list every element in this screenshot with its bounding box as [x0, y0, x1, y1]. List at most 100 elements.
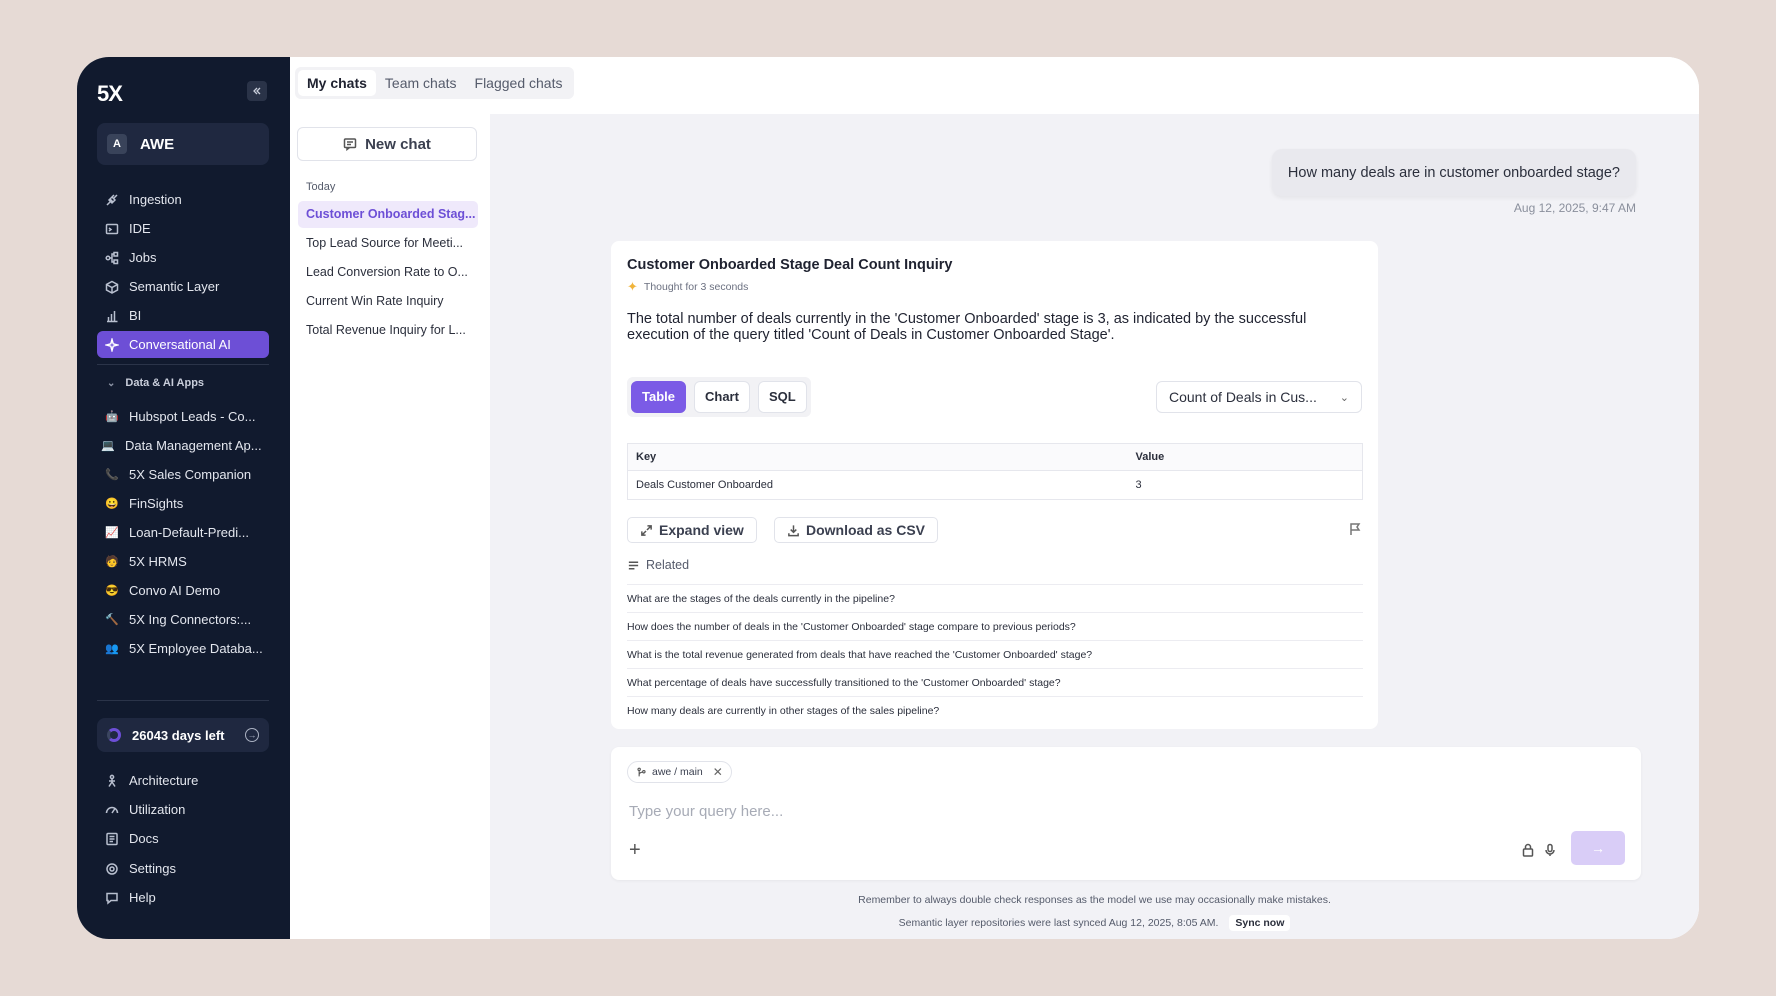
table-cell: 3 [1135, 479, 1142, 491]
days-left-label: 26043 days left [132, 727, 225, 743]
flag-icon [1350, 523, 1361, 535]
workspace-avatar: A [107, 134, 127, 154]
nav-item-architecture[interactable]: Architecture [97, 767, 269, 794]
nav-item-bi[interactable]: BI [97, 302, 269, 329]
related-question[interactable]: What is the total revenue generated from… [627, 640, 1363, 668]
flag-button[interactable] [1348, 522, 1362, 541]
assistant-answer-card: Customer Onboarded Stage Deal Count Inqu… [611, 241, 1378, 729]
app-item[interactable]: 🧑 5X HRMS [97, 548, 269, 575]
app-item[interactable]: 📈 Loan-Default-Predi... [97, 519, 269, 546]
app-label: 5X Employee Databa... [129, 641, 263, 656]
tab-sql[interactable]: SQL [757, 381, 807, 413]
query-composer: awe / main ✕ + → [611, 747, 1641, 880]
related-question[interactable]: What are the stages of the deals current… [627, 584, 1363, 612]
result-table: Key Value Deals Customer Onboarded 3 [627, 443, 1363, 500]
chat-history-panel: My chats Team chats Flagged chats New ch… [290, 57, 575, 939]
chat-item[interactable]: Customer Onboarded Stag... [298, 201, 478, 228]
hammer-icon: 🔨 [105, 614, 119, 626]
app-item[interactable]: 📞 5X Sales Companion [97, 461, 269, 488]
nav-label: Ingestion [129, 192, 182, 207]
disclaimer-text: Remember to always double check response… [858, 894, 1331, 906]
trial-days-left[interactable]: 26043 days left → [97, 718, 269, 752]
bar-chart-icon [105, 309, 119, 323]
app-item[interactable]: 🤖 Hubspot Leads - Co... [97, 403, 269, 430]
related-label: Related [646, 558, 690, 572]
chevron-down-icon: ⌄ [107, 377, 116, 389]
app-label: Convo AI Demo [129, 583, 221, 598]
tab-my-chats[interactable]: My chats [298, 70, 376, 96]
app-label: 5X Ing Connectors:... [129, 612, 252, 627]
result-view-tabs: Table Chart SQL [627, 377, 811, 417]
nav-label: Architecture [129, 773, 199, 788]
query-input[interactable] [629, 799, 1529, 823]
arrow-right-icon: → [1591, 840, 1605, 856]
smile-icon: 😀 [105, 498, 119, 510]
nav-label: Conversational AI [129, 337, 231, 352]
app-item[interactable]: 🔨 5X Ing Connectors:... [97, 606, 269, 633]
app-item[interactable]: 😎 Convo AI Demo [97, 577, 269, 604]
microphone-icon[interactable] [1543, 843, 1557, 862]
branch-chip[interactable]: awe / main ✕ [627, 761, 732, 783]
sync-status-text: Semantic layer repositories were last sy… [898, 917, 1219, 929]
collapse-sidebar-button[interactable] [247, 81, 267, 101]
chat-item[interactable]: Total Revenue Inquiry for L... [298, 317, 478, 344]
table-header-row: Key Value [627, 443, 1363, 471]
send-button[interactable]: → [1571, 831, 1625, 865]
nav-item-jobs[interactable]: Jobs [97, 244, 269, 271]
user-message: How many deals are in customer onboarded… [1271, 149, 1636, 196]
chat-item[interactable]: Lead Conversion Rate to O... [298, 259, 478, 286]
message-timestamp: Aug 12, 2025, 9:47 AM [1513, 201, 1636, 215]
nav-label: Semantic Layer [129, 279, 220, 294]
table-row: Deals Customer Onboarded 3 [628, 471, 1363, 500]
app-item[interactable]: 👥 5X Employee Databa... [97, 635, 269, 662]
apps-nav: 🤖 Hubspot Leads - Co... 💻 Data Management … [97, 403, 269, 664]
add-attachment-button[interactable]: + [629, 839, 641, 862]
related-question[interactable]: How does the number of deals in the 'Cus… [627, 612, 1363, 640]
download-csv-button[interactable]: Download as CSV [774, 517, 939, 543]
related-question[interactable]: What percentage of deals have successful… [627, 668, 1363, 696]
nav-item-help[interactable]: Help [97, 884, 269, 911]
new-chat-label: New chat [365, 135, 431, 153]
nav-item-utilization[interactable]: Utilization [97, 796, 269, 823]
person-icon: 🧑 [105, 556, 119, 568]
sync-now-button[interactable]: Sync now [1229, 915, 1291, 931]
nav-item-semantic-layer[interactable]: Semantic Layer [97, 273, 269, 300]
gauge-icon [105, 803, 119, 817]
sparkle-icon [105, 337, 119, 352]
app-label: FinSights [129, 496, 184, 511]
nav-label: Utilization [129, 802, 186, 817]
new-chat-button[interactable]: New chat [297, 127, 477, 161]
terminal-icon [105, 222, 119, 236]
app-item[interactable]: 😀 FinSights [97, 490, 269, 517]
robot-icon: 🤖 [105, 411, 119, 423]
nav-item-ide[interactable]: IDE [97, 215, 269, 242]
chat-list: Customer Onboarded Stag... Top Lead Sour… [298, 201, 478, 346]
doc-icon [105, 832, 119, 846]
divider [97, 700, 269, 701]
tab-table[interactable]: Table [631, 381, 686, 413]
apps-section-toggle[interactable]: ⌄ Data & AI Apps [97, 377, 204, 389]
nav-item-conversational-ai[interactable]: Conversational AI [97, 331, 269, 358]
close-icon[interactable]: ✕ [713, 765, 723, 779]
app-label: 5X Sales Companion [129, 467, 252, 482]
query-select[interactable]: Count of Deals in Cus... ⌄ [1156, 381, 1362, 413]
expand-view-button[interactable]: Expand view [627, 517, 757, 543]
conversation-area: How many deals are in customer onboarded… [490, 57, 1699, 939]
app-item[interactable]: 💻 Data Management Ap... [97, 432, 269, 459]
nav-item-settings[interactable]: Settings [97, 855, 269, 882]
nav-item-docs[interactable]: Docs [97, 825, 269, 852]
lock-icon[interactable] [1521, 843, 1535, 862]
column-header: Key [627, 443, 1128, 471]
workspace-switcher[interactable]: A AWE [97, 123, 269, 165]
chat-item[interactable]: Current Win Rate Inquiry [298, 288, 478, 315]
bottom-nav: Architecture Utilization Docs Settings H… [97, 767, 269, 913]
related-question[interactable]: How many deals are currently in other st… [627, 696, 1363, 724]
tab-flagged-chats[interactable]: Flagged chats [466, 70, 572, 96]
thought-indicator: ✦ Thought for 3 seconds [627, 279, 748, 295]
tab-chart[interactable]: Chart [694, 381, 750, 413]
nav-label: Help [129, 890, 156, 905]
sunglasses-icon: 😎 [105, 585, 119, 597]
nav-item-ingestion[interactable]: Ingestion [97, 186, 269, 213]
tab-team-chats[interactable]: Team chats [376, 70, 466, 96]
chat-item[interactable]: Top Lead Source for Meeti... [298, 230, 478, 257]
